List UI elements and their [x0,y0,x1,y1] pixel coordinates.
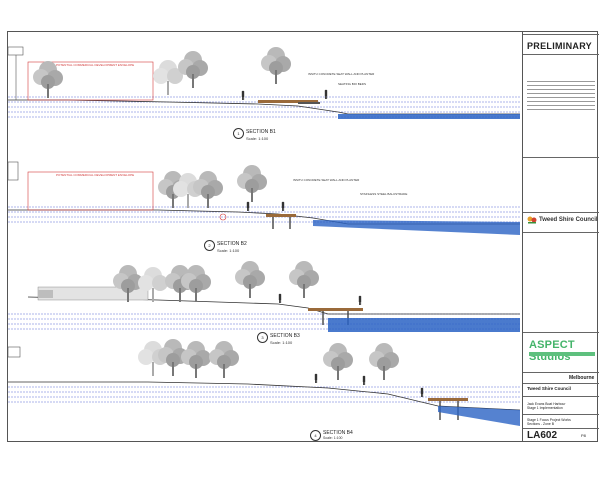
section-b4-scale: Scale: 1:100 [323,436,343,440]
revision-number: P8 [581,433,586,438]
drawing-subtitle: Sections - Zone B [527,422,554,426]
commercial-envelope-label: POTENTIAL COMMERCIAL DEVELOPMENT ENVELOP… [56,63,135,67]
section-b1-graphic [8,46,520,119]
council-logo-text: Tweed Shire Council [539,217,598,223]
seawall-label-b2: INSITU CONCRETE SEAT WALL AND PLANTER [293,178,360,182]
piles-label: STAINLESS STEEL BALUSTRADE [360,192,408,196]
section-b1-title: SECTION B1 [246,129,276,135]
section-b1-callout: 1 [233,128,244,139]
drawing-number: LA602 [527,430,558,441]
section-b2-callout: 2 [204,240,215,251]
section-b3-scale: Scale: 1:100 [270,340,293,345]
consultant-logo-bar [529,352,595,356]
seawall-label: INSITU CONCRETE SEAT WALL AND PLANTER [308,72,375,76]
seat-label: SEATING BIO BEDS [338,82,366,86]
title-block: PRELIMINARY Tweed Shire Council ASPECT S… [522,32,599,441]
section-b3-callout: 3 [257,332,268,343]
section-b3-graphic [8,261,520,332]
commercial-envelope-label-b2: POTENTIAL COMMERCIAL DEVELOPMENT ENVELOP… [56,173,135,177]
section-b3-title: SECTION B3 [270,333,300,339]
client-name: Tweed Shire Council [527,386,571,391]
council-logo-icon [527,216,537,224]
drawing-sheet: POTENTIAL COMMERCIAL DEVELOPMENT ENVELOP… [7,31,599,442]
revision-table [527,78,595,110]
project-subtitle: Stage 1 Implementation [527,406,563,410]
section-b2-scale: Scale: 1:100 [217,248,240,253]
sections-drawing [8,46,520,426]
section-b1-scale: Scale: 1:100 [246,136,269,141]
section-b2-title: SECTION B2 [217,241,247,247]
preliminary-stamp: PRELIMINARY [527,41,592,51]
section-b4-callout: 4 [310,430,321,441]
office-location: Melbourne [569,375,595,381]
consultant-logo: ASPECT Studios [529,339,575,363]
section-b4-graphic [8,339,520,426]
